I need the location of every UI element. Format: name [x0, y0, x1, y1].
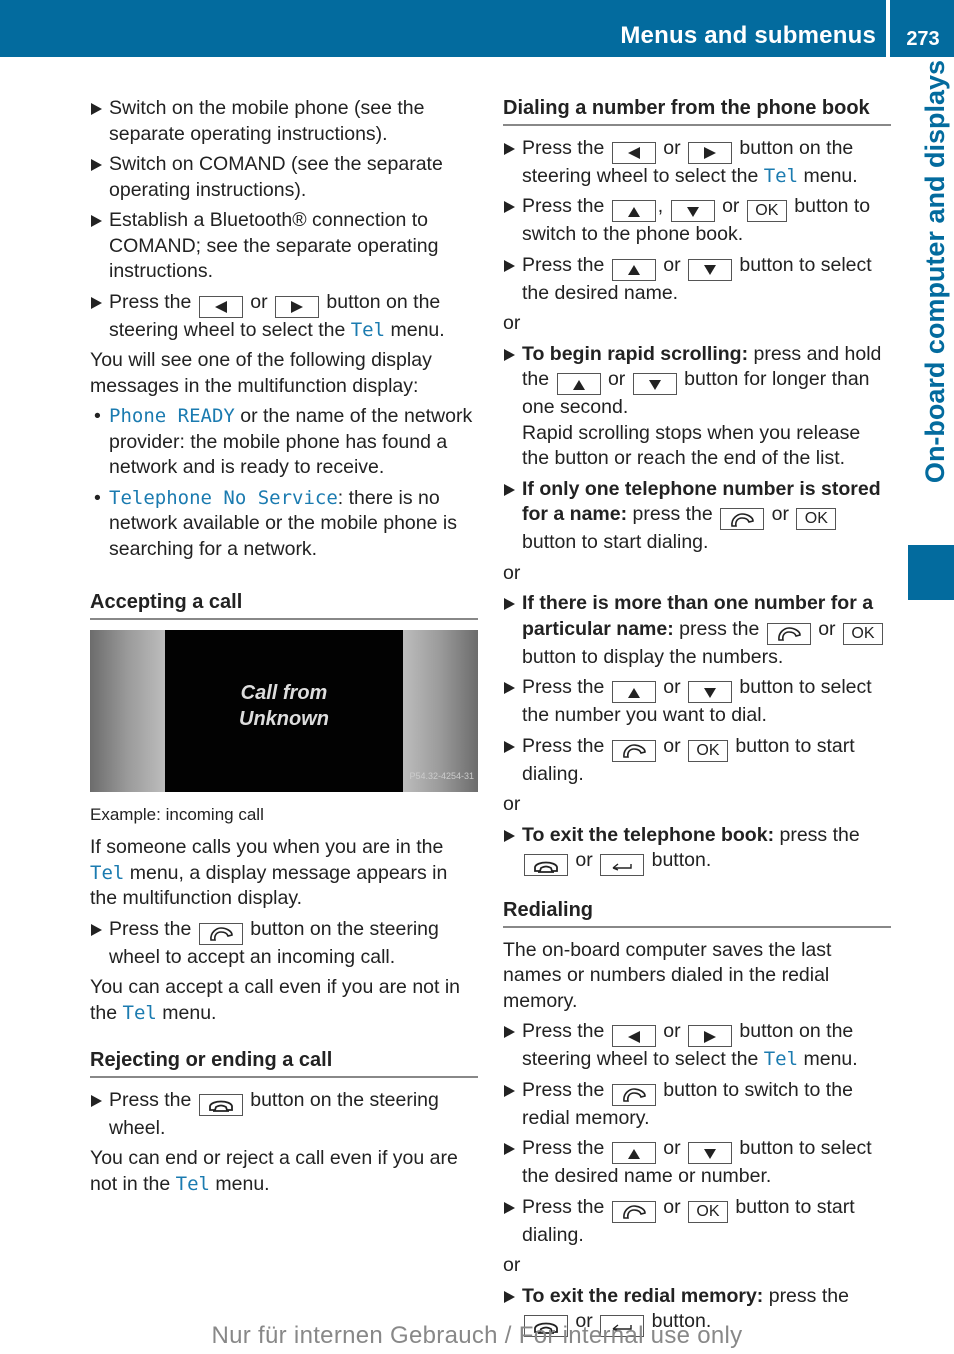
phone-accept-icon [720, 508, 765, 530]
up-arrow-key-icon [611, 1142, 656, 1164]
step: Press the button on the steering wheel t… [90, 917, 478, 971]
page-number: 273 [906, 28, 940, 50]
phone-accept-icon [611, 1083, 656, 1106]
step: Press the or button to select the desire… [503, 1136, 891, 1190]
figure-code: P54.32-4254-31 [409, 771, 474, 781]
display-messages-intro: You will see one of the following displa… [90, 349, 432, 397]
step: Press the or button to select the number… [503, 675, 891, 729]
step: Press the button on the steering wheel. [90, 1088, 478, 1142]
right-column: Dialing a number from the phone book Pre… [503, 96, 891, 1342]
heading-rejecting-call: Rejecting or ending a call [90, 1048, 478, 1078]
gauge-left [90, 629, 165, 792]
phone-end-icon [524, 854, 568, 876]
heading-accepting-call: Accepting a call [90, 590, 478, 620]
section-title: Menus and submenus [620, 22, 876, 49]
figure-caption: Example: incoming call [90, 804, 264, 824]
down-arrow-key-icon [687, 258, 732, 281]
or-separator: or [503, 312, 521, 334]
ok-key: OK [687, 739, 728, 762]
heading-redialing: Redialing [503, 898, 891, 928]
chapter-tab-marker [908, 545, 954, 600]
step: Press the or button on the steering whee… [503, 1019, 891, 1073]
step: Press the or OK button to start dialing. [503, 734, 891, 788]
down-arrow-key-icon [670, 200, 715, 222]
up-arrow-key-icon [611, 681, 656, 703]
phone-accept-icon [766, 622, 811, 645]
step: If there is more than one number for a p… [503, 591, 891, 670]
chapter-tab-label: On-board computer and displays [920, 60, 950, 484]
left-arrow-key-icon [198, 295, 243, 318]
step: Press the button to switch to the redial… [503, 1078, 891, 1132]
up-arrow-key-icon [556, 373, 601, 395]
multifunction-display: Call from Unknown [165, 629, 403, 792]
back-key-icon [600, 854, 645, 876]
or-separator: or [503, 793, 521, 815]
down-arrow-key-icon [687, 681, 732, 703]
up-arrow-key-icon [611, 200, 656, 222]
phone-end-icon [198, 1093, 243, 1116]
ok-key: OK [687, 1200, 728, 1223]
header-divider [886, 0, 890, 57]
ok-key: OK [842, 622, 883, 645]
chapter-tab: On-board computer and displays [908, 60, 954, 540]
left-arrow-key-icon [611, 141, 656, 164]
ok-key: OK [796, 508, 837, 530]
step: To begin rapid scrolling: press and hold… [503, 342, 891, 472]
step: Press the or OK button to start dialing. [503, 1195, 891, 1249]
step: Press the , or OK button to switch to th… [503, 194, 891, 248]
step: Establish a Bluetooth® connection to COM… [90, 208, 478, 285]
paragraph: If someone calls you when you are in the… [90, 836, 448, 909]
redial-intro: The on-board computer saves the last nam… [503, 938, 832, 1012]
step: To exit the telephone book: press the or… [503, 823, 891, 876]
right-arrow-key-icon [274, 295, 319, 318]
step: Switch on the mobile phone (see the sepa… [90, 96, 478, 147]
heading-phone-book: Dialing a number from the phone book [503, 96, 891, 126]
step: Press the or button to select the desire… [503, 253, 891, 307]
right-arrow-key-icon [687, 141, 732, 164]
bullet-item: Telephone No Service: there is no networ… [90, 486, 478, 563]
instrument-cluster-figure: Call from Unknown P54.32-4254-31 [90, 629, 478, 792]
down-arrow-key-icon [687, 1142, 732, 1164]
step: If only one telephone number is stored f… [503, 477, 891, 556]
down-arrow-key-icon [632, 373, 677, 395]
ok-key: OK [746, 200, 787, 222]
phone-accept-icon [611, 739, 656, 762]
step: Switch on COMAND (see the separate opera… [90, 152, 478, 203]
step: Press the or button on the steering whee… [503, 136, 891, 190]
right-arrow-key-icon [687, 1025, 732, 1047]
internal-use-watermark: Nur für internen Gebrauch / For internal… [211, 1322, 743, 1349]
left-column: Switch on the mobile phone (see the sepa… [90, 96, 478, 1202]
or-separator: or [503, 561, 521, 584]
step: Press the or button on the steering whee… [90, 290, 478, 344]
bullet-item: Phone READY or the name of the network p… [90, 404, 478, 481]
phone-accept-icon [198, 922, 243, 945]
or-separator: or [503, 1254, 521, 1276]
up-arrow-key-icon [611, 258, 656, 281]
left-arrow-key-icon [611, 1025, 656, 1047]
tel-menu-label: Tel [350, 318, 386, 341]
phone-accept-icon [611, 1200, 656, 1223]
paragraph: You can end or reject a call even if you… [90, 1147, 458, 1195]
paragraph: You can accept a call even if you are no… [90, 976, 461, 1024]
